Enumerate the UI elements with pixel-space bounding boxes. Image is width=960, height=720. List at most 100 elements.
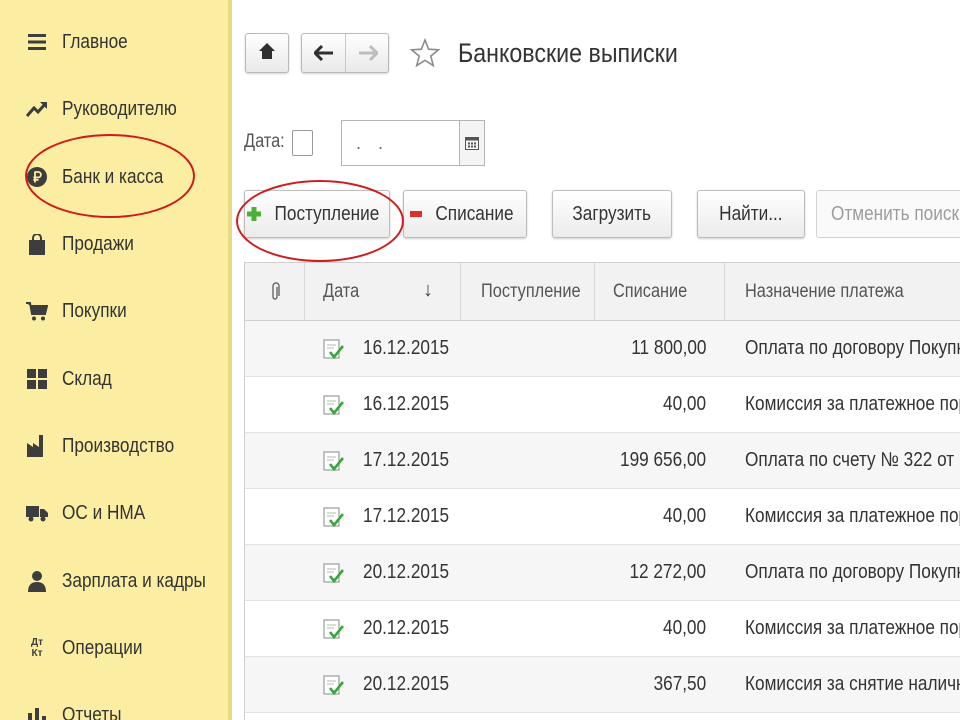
sidebar-item-reports[interactable]: Отчеты: [0, 689, 228, 720]
row-date: 16.12.2015: [363, 393, 450, 415]
paperclip-icon: [271, 281, 280, 300]
bank-statements-table: Дата ↓ Поступление Списание Назначение п…: [244, 262, 960, 720]
row-date: 20.12.2015: [363, 617, 450, 639]
table-row[interactable]: 20.12.2015 367,50 Комиссия за снятие налич…: [245, 657, 960, 713]
sidebar-item-label: Отчеты: [62, 703, 122, 720]
posted-document-icon: [323, 619, 345, 640]
table-row[interactable]: 17.12.2015 40,00 Комиссия за платежное пор…: [245, 489, 960, 545]
sidebar-item-main[interactable]: Главное: [0, 16, 228, 68]
row-income: [461, 321, 579, 376]
row-date: 17.12.2015: [363, 449, 450, 471]
column-expense[interactable]: Списание: [595, 263, 725, 320]
bar-chart-icon: [26, 704, 48, 720]
trend-chart-icon: [26, 98, 48, 120]
menu-icon: [26, 31, 48, 53]
sidebar-item-operations[interactable]: Дт Кт Операции: [0, 622, 228, 674]
warehouse-grid-icon: [26, 368, 48, 390]
table-row[interactable]: 16.12.2015 40,00 Комиссия за платежное пор…: [245, 377, 960, 433]
row-expense: 40,00: [662, 393, 706, 415]
row-purpose: Оплата по договору Покупка с: [745, 561, 960, 583]
sidebar-item-production[interactable]: Производство: [0, 420, 228, 472]
column-attachment[interactable]: [245, 263, 305, 320]
posted-document-icon: [323, 395, 345, 416]
row-date: 20.12.2015: [363, 561, 450, 583]
arrow-left-icon: [313, 45, 333, 61]
sidebar-item-label: Производство: [62, 434, 175, 457]
sidebar-item-label: Зарплата и кадры: [62, 569, 206, 592]
load-button[interactable]: Загрузить: [552, 190, 672, 238]
row-date: 20.12.2015: [363, 673, 450, 695]
posted-document-icon: [323, 675, 345, 696]
row-purpose: Комиссия за платежное поруч: [745, 617, 960, 639]
navigation-buttons: [301, 33, 389, 73]
row-income: [461, 377, 579, 432]
row-income: [461, 433, 579, 488]
row-expense: 367,50: [653, 673, 706, 695]
column-purpose[interactable]: Назначение платежа: [725, 263, 960, 320]
shopping-bag-icon: [26, 233, 48, 255]
favorite-star-button[interactable]: [409, 37, 441, 70]
person-icon: [26, 570, 48, 592]
find-label: Найти...: [719, 202, 783, 225]
row-purpose: Оплата по договору Покупка с: [745, 337, 960, 359]
column-expense-label: Списание: [613, 280, 688, 302]
column-income[interactable]: Поступление: [461, 263, 595, 320]
sidebar-item-sales[interactable]: Продажи: [0, 218, 228, 270]
column-date-label: Дата: [323, 280, 360, 302]
row-expense: 199 656,00: [619, 449, 706, 471]
row-income: [461, 601, 579, 656]
sidebar-item-payroll-hr[interactable]: Зарплата и кадры: [0, 555, 228, 607]
row-purpose: Комиссия за платежное поруч: [745, 393, 960, 415]
shopping-cart-icon: [26, 300, 48, 322]
date-filter-input[interactable]: . .: [341, 120, 459, 166]
row-date: 17.12.2015: [363, 505, 450, 527]
posted-document-icon: [323, 451, 345, 472]
row-date: 16.12.2015: [363, 337, 450, 359]
ruble-coin-icon: [26, 166, 48, 188]
row-purpose: Оплата по счету № 322 от 16.1: [745, 449, 960, 471]
find-button[interactable]: Найти...: [697, 190, 805, 238]
row-expense: 12 272,00: [629, 561, 706, 583]
column-income-label: Поступление: [481, 280, 581, 302]
sidebar-item-warehouse[interactable]: Склад: [0, 353, 228, 405]
sidebar-item-label: ОС и НМА: [62, 501, 146, 524]
table-row[interactable]: 16.12.2015 11 800,00 Оплата по договору По…: [245, 321, 960, 377]
back-button[interactable]: [302, 34, 346, 72]
home-button[interactable]: [245, 33, 289, 73]
sidebar-item-fixed-assets[interactable]: ОС и НМА: [0, 487, 228, 539]
minus-icon: [410, 211, 423, 217]
cancel-search-label: Отменить поиск: [831, 202, 959, 225]
sections-sidebar: Главное Руководителю Банк и касса Продаж…: [0, 0, 232, 720]
posted-document-icon: [323, 339, 345, 360]
table-row[interactable]: 17.12.2015 199 656,00 Оплата по счету № 32…: [245, 433, 960, 489]
page-title: Банковские выписки: [458, 38, 678, 68]
add-expense-button[interactable]: Списание: [403, 190, 527, 238]
row-expense: 40,00: [662, 505, 706, 527]
table-row[interactable]: 20.12.2015 12 272,00 Оплата по договору По…: [245, 545, 960, 601]
forward-button[interactable]: [346, 34, 389, 72]
posted-document-icon: [323, 563, 345, 584]
table-row[interactable]: 20.12.2015 40,00 Комиссия за платежное пор…: [245, 601, 960, 657]
table-header: Дата ↓ Поступление Списание Назначение п…: [245, 263, 960, 321]
cancel-search-button[interactable]: Отменить поиск: [816, 190, 960, 238]
row-purpose: Комиссия за платежное поруч: [745, 505, 960, 527]
column-date[interactable]: Дата ↓: [305, 263, 461, 320]
star-icon: [409, 37, 441, 68]
sidebar-item-bank-cash[interactable]: Банк и касса: [0, 151, 228, 203]
column-purpose-label: Назначение платежа: [745, 280, 904, 302]
date-filter-label: Дата:: [244, 131, 285, 152]
sidebar-item-label: Операции: [62, 636, 143, 659]
calendar-button[interactable]: [459, 120, 485, 166]
row-income: [461, 489, 579, 544]
dt-kt-icon: Дт Кт: [30, 637, 44, 659]
add-income-button[interactable]: Поступление: [244, 190, 390, 238]
date-filter-checkbox[interactable]: [292, 130, 313, 156]
posted-document-icon: [323, 507, 345, 528]
row-income: [461, 657, 579, 712]
sort-desc-icon: ↓: [423, 279, 433, 301]
sidebar-item-manager[interactable]: Руководителю: [0, 83, 228, 135]
calendar-icon: [465, 137, 479, 150]
sidebar-item-label: Банк и касса: [62, 165, 164, 188]
sidebar-item-label: Покупки: [62, 299, 127, 322]
sidebar-item-purchases[interactable]: Покупки: [0, 285, 228, 337]
